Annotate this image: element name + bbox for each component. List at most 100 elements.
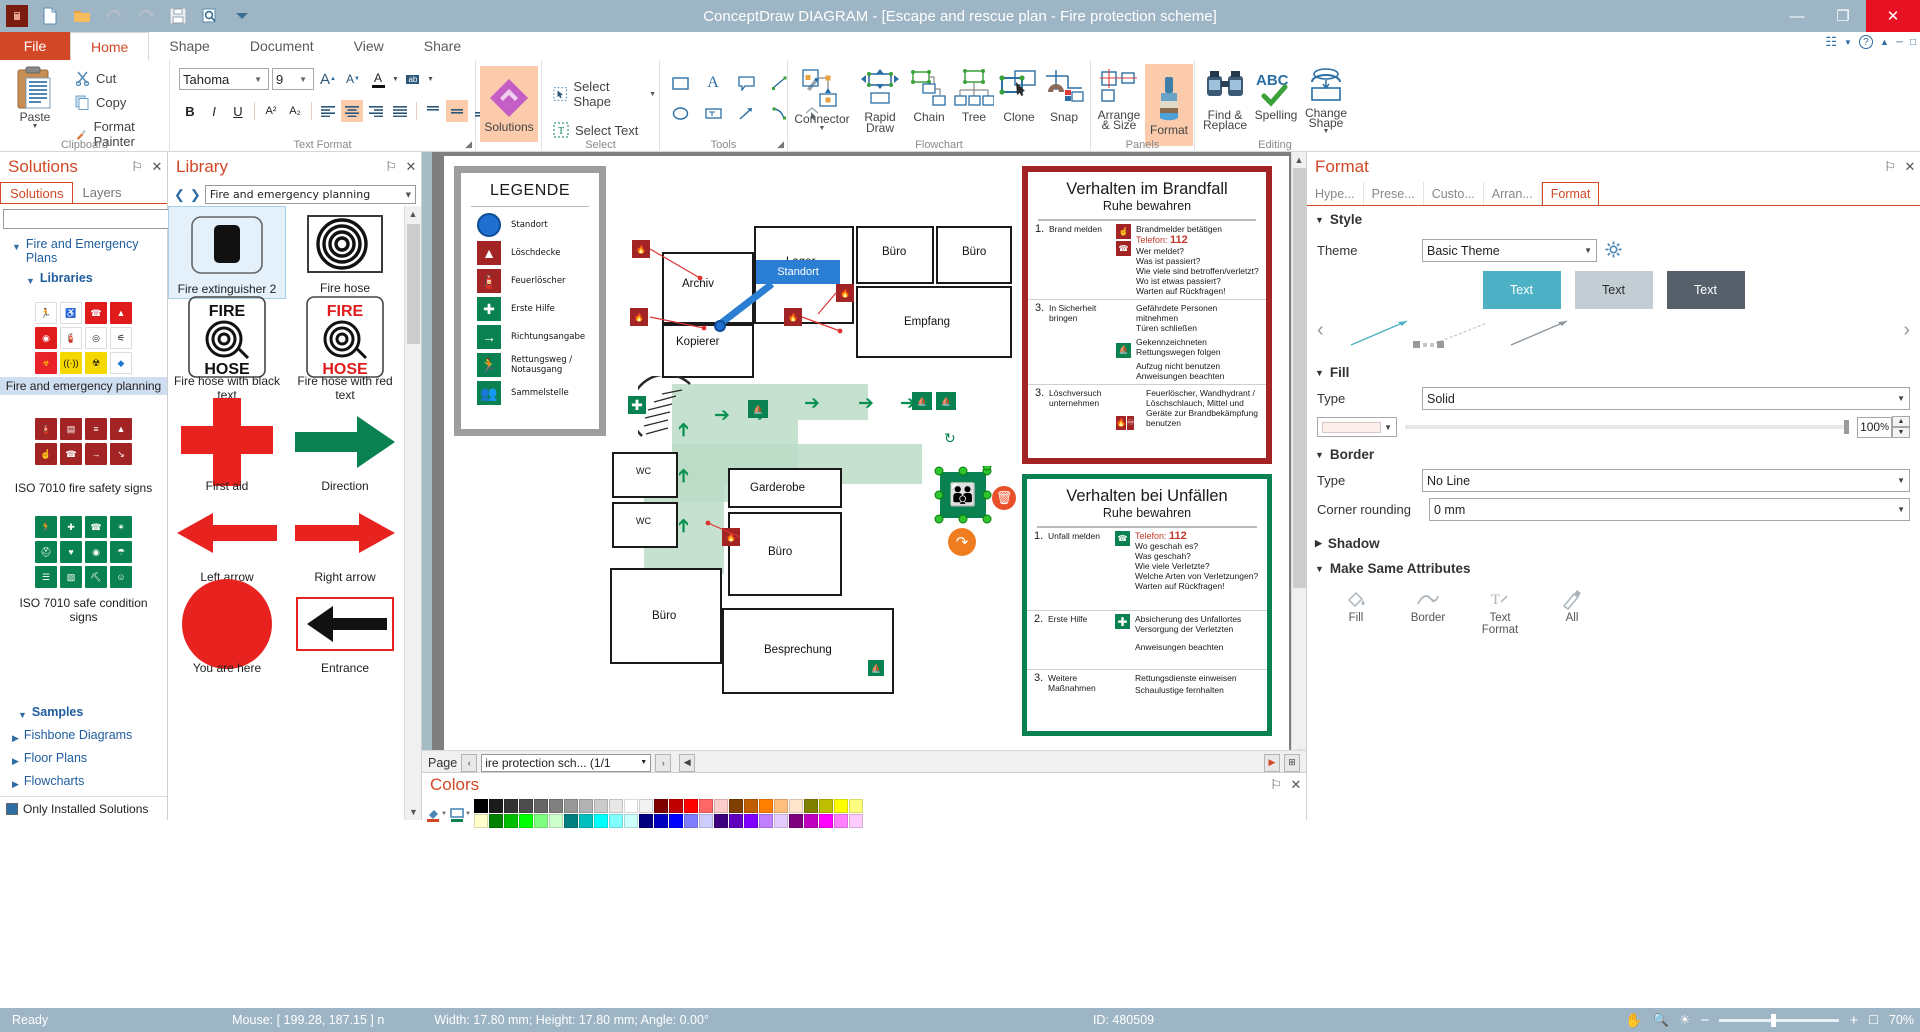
- color-swatch[interactable]: [804, 799, 818, 813]
- color-swatch[interactable]: [639, 814, 653, 828]
- line-tool-icon[interactable]: [768, 72, 790, 94]
- corner-rounding-combo[interactable]: 0 mm ▼: [1429, 498, 1910, 521]
- change-shape-button[interactable]: Change Shape ▼: [1301, 66, 1351, 135]
- fire-exit-wheelchair-icon[interactable]: ♿: [60, 302, 82, 324]
- fire-extinguisher-icon[interactable]: 🧯: [60, 327, 82, 349]
- fire-stairs-icon[interactable]: ⚟: [110, 327, 132, 349]
- carousel-dots[interactable]: [1413, 341, 1444, 348]
- color-swatch[interactable]: [774, 799, 788, 813]
- fill-color-icon[interactable]: ▼: [426, 805, 448, 823]
- spinner-up-icon[interactable]: ▲: [1892, 416, 1910, 427]
- tab-hyperlink[interactable]: Hype...: [1307, 182, 1364, 205]
- fill-color-combo[interactable]: ▼: [1317, 417, 1397, 437]
- tree-item-libraries[interactable]: ▼ Libraries: [0, 268, 167, 291]
- scrollbar-thumb[interactable]: [407, 224, 420, 344]
- color-swatch[interactable]: [849, 799, 863, 813]
- library-selector[interactable]: Fire and emergency planning ▼: [205, 185, 416, 204]
- color-swatch[interactable]: [729, 799, 743, 813]
- page-tab[interactable]: ire protection sch... (1/1 ▼: [481, 754, 651, 772]
- color-swatch[interactable]: [594, 814, 608, 828]
- chain-button[interactable]: Chain: [906, 68, 952, 123]
- library-name-iso-safe[interactable]: ISO 7010 safe condition signs: [0, 594, 167, 626]
- tab-layers[interactable]: Layers: [73, 182, 130, 203]
- format-panel-button[interactable]: Format: [1145, 64, 1193, 146]
- zoom-value[interactable]: 70%: [1889, 1013, 1914, 1027]
- rapid-draw-button[interactable]: Rapid Draw: [854, 68, 906, 134]
- redo-icon[interactable]: [132, 3, 160, 29]
- iso-emergency-exit-icon[interactable]: 🏃: [35, 516, 57, 538]
- display-options-icon[interactable]: ☷: [1825, 34, 1837, 50]
- scroll-up-icon[interactable]: ▲: [1292, 152, 1306, 168]
- color-swatch[interactable]: [504, 799, 518, 813]
- page-nav-forward-button[interactable]: ▶: [1264, 754, 1280, 772]
- ribbon-restore-icon[interactable]: ─: [1896, 37, 1903, 48]
- color-swatch[interactable]: [669, 799, 683, 813]
- color-swatch[interactable]: [609, 814, 623, 828]
- help-icon[interactable]: ?: [1859, 35, 1873, 49]
- tree-button[interactable]: Tree: [952, 68, 996, 123]
- fit-page-icon[interactable]: ☐: [1868, 1013, 1879, 1027]
- color-swatch[interactable]: [819, 814, 833, 828]
- scrollbar-thumb[interactable]: [1293, 168, 1306, 588]
- tab-home[interactable]: Home: [70, 32, 149, 60]
- arc-tool-icon[interactable]: [768, 102, 790, 124]
- font-color-icon[interactable]: A: [367, 68, 389, 90]
- paste-dropdown-icon[interactable]: ▼: [32, 123, 39, 130]
- iso-fire-direction-right-icon[interactable]: →: [85, 443, 107, 465]
- opacity-slider[interactable]: [1405, 425, 1849, 429]
- document-page[interactable]: LEGENDE Standort▲Löschdecke🧯Feuerlöscher…: [444, 156, 1289, 752]
- find-replace-button[interactable]: Find & Replace: [1199, 68, 1251, 130]
- theme-card-2[interactable]: Text: [1575, 271, 1653, 309]
- tab-solutions[interactable]: Solutions: [0, 182, 73, 203]
- text-format-dialog-launcher[interactable]: ◢: [465, 139, 472, 150]
- color-swatch[interactable]: [504, 814, 518, 828]
- underline-button[interactable]: U: [227, 100, 249, 122]
- valign-middle-button[interactable]: [446, 100, 468, 122]
- color-swatch[interactable]: [609, 799, 623, 813]
- font-size-combo[interactable]: 9▼: [272, 68, 314, 90]
- page-prev-button[interactable]: ‹: [461, 754, 477, 772]
- ellipse-tool-icon[interactable]: [669, 102, 691, 124]
- align-right-button[interactable]: [365, 100, 387, 122]
- zoom-slider-knob[interactable]: [1771, 1014, 1776, 1027]
- zoom-select-icon[interactable]: 🔍: [1653, 1012, 1669, 1028]
- tab-custom[interactable]: Custo...: [1424, 182, 1484, 205]
- undo-icon[interactable]: [100, 3, 128, 29]
- tab-file[interactable]: File: [0, 32, 70, 60]
- align-left-button[interactable]: [317, 100, 339, 122]
- highlight-icon[interactable]: ab: [402, 68, 424, 90]
- close-icon[interactable]: ✕: [147, 156, 167, 178]
- library-shape-entrance[interactable]: Entrance: [286, 586, 404, 677]
- color-palette[interactable]: [474, 799, 863, 828]
- iso-first-aid-icon[interactable]: ✚: [60, 516, 82, 538]
- nfpa-diamond-icon[interactable]: ◆: [110, 352, 132, 374]
- color-swatch[interactable]: [804, 814, 818, 828]
- tab-format[interactable]: Format: [1542, 182, 1600, 205]
- make-same-border-button[interactable]: Border: [1405, 586, 1451, 636]
- library-scrollbar[interactable]: ▲ ▼: [404, 206, 421, 820]
- brandfall-box[interactable]: Verhalten im Brandfall Ruhe bewahren 1. …: [1022, 166, 1272, 464]
- maximize-button[interactable]: ❐: [1820, 0, 1866, 32]
- theme-card-3[interactable]: Text: [1667, 271, 1745, 309]
- zoom-in-button[interactable]: +: [1849, 1012, 1858, 1029]
- color-swatch[interactable]: [789, 799, 803, 813]
- zoom-slider[interactable]: [1719, 1019, 1839, 1022]
- tree-item-samples[interactable]: ▼ Samples: [0, 702, 167, 725]
- text-block-tool-icon[interactable]: [702, 102, 724, 124]
- subscript-button[interactable]: A₂: [284, 100, 306, 122]
- opacity-field[interactable]: 100 %: [1857, 417, 1892, 438]
- font-color-dropdown-icon[interactable]: ▼: [392, 76, 399, 83]
- new-document-icon[interactable]: [36, 3, 64, 29]
- section-border-header[interactable]: ▼ Border: [1307, 441, 1920, 466]
- make-same-all-button[interactable]: All: [1549, 586, 1595, 636]
- color-swatch[interactable]: [639, 799, 653, 813]
- fire-telephone-icon[interactable]: ☎: [85, 302, 107, 324]
- color-swatch[interactable]: [729, 814, 743, 828]
- selection-handles[interactable]: [934, 466, 992, 524]
- scroll-up-icon[interactable]: ▲: [405, 206, 421, 222]
- color-swatch[interactable]: [549, 799, 563, 813]
- ribbon-collapse-icon[interactable]: ▲: [1880, 37, 1889, 47]
- color-swatch[interactable]: [789, 814, 803, 828]
- callout-tool-icon[interactable]: [735, 72, 757, 94]
- minimize-button[interactable]: —: [1774, 0, 1820, 32]
